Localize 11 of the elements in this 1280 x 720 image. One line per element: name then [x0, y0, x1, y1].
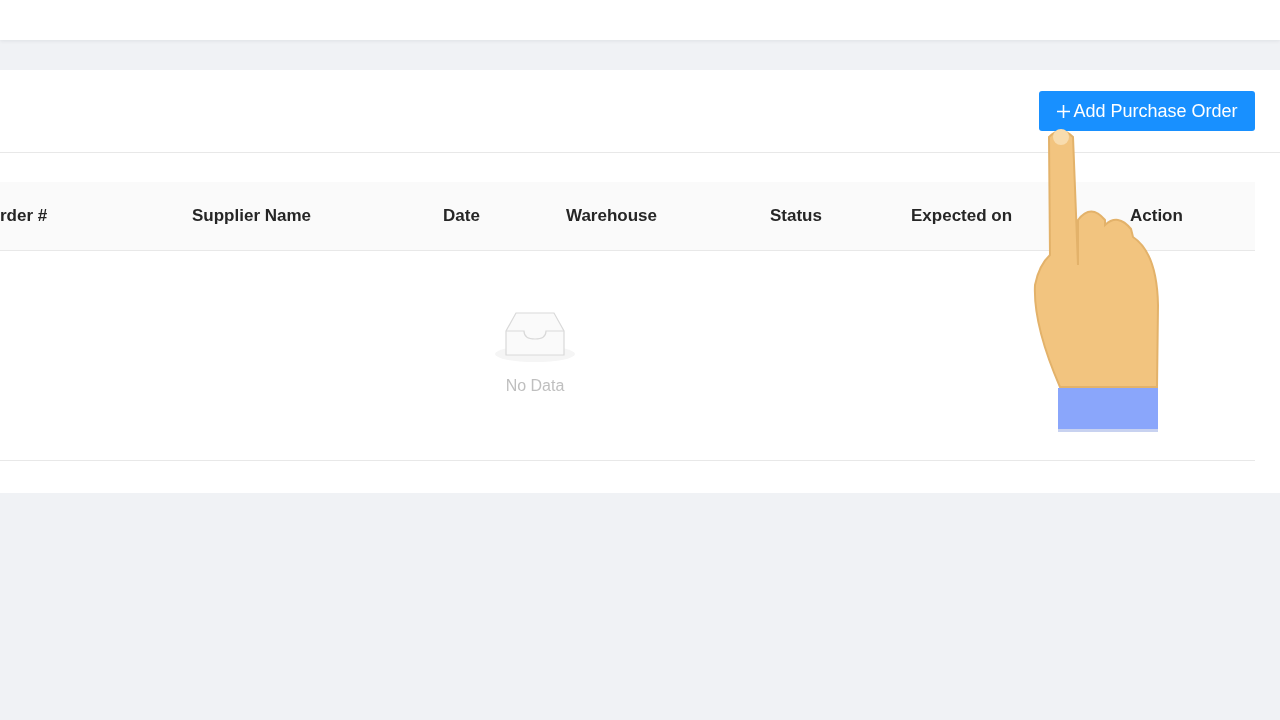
column-header: Action — [1129, 206, 1184, 226]
empty-inbox-icon — [494, 311, 576, 363]
add-purchase-order-button[interactable]: Add Purchase Order — [1039, 91, 1255, 131]
column-header: Supplier Name — [191, 206, 313, 226]
column-header: Warehouse — [565, 206, 658, 226]
column-header: Date — [442, 206, 481, 226]
column-header: Expected on — [910, 206, 1014, 226]
empty-text: No Data — [505, 377, 565, 395]
column-header: rder # — [0, 206, 49, 226]
column-header: Status — [769, 206, 823, 226]
plus-icon — [1056, 103, 1072, 119]
